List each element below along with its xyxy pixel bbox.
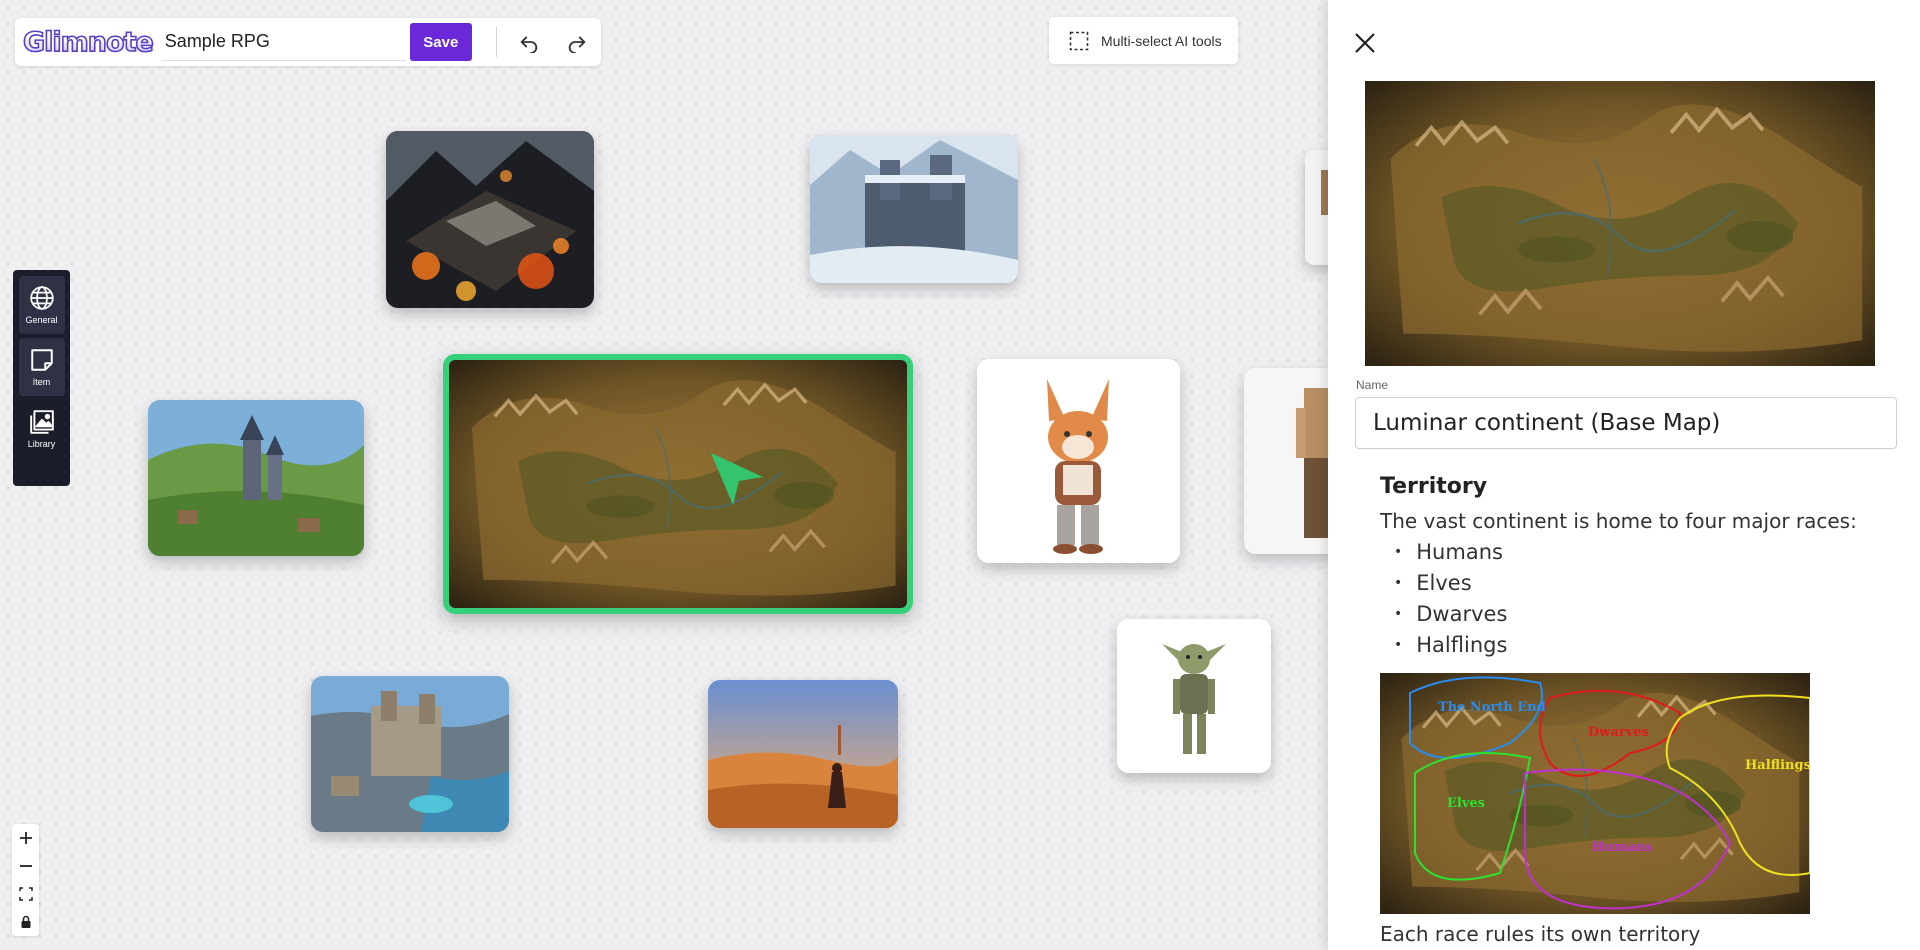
multi-select-ai-tools-button[interactable]: Multi-select AI tools — [1049, 17, 1238, 64]
list-item: • Halflings — [1394, 633, 1508, 657]
image-library-icon — [29, 410, 54, 434]
zoom-in-icon[interactable] — [19, 831, 33, 845]
territory-heading: Territory — [1380, 474, 1488, 499]
label-dwarves: Dwarves — [1588, 725, 1649, 740]
goblin-character-image — [1117, 619, 1271, 773]
coastal-castle-image — [311, 676, 509, 832]
village-castle-image — [148, 400, 364, 556]
fox-character-image — [977, 359, 1180, 563]
label-north-end: The North End — [1438, 700, 1546, 715]
redo-icon[interactable] — [559, 24, 595, 60]
list-item: • Humans — [1394, 540, 1503, 564]
item-preview-image — [1365, 81, 1875, 366]
left-dock: General Item Library — [13, 270, 70, 486]
close-icon[interactable] — [1350, 28, 1380, 58]
multi-select-label: Multi-select AI tools — [1101, 32, 1222, 49]
app-logo[interactable]: Glimnote — [22, 26, 154, 59]
dock-label-item: Item — [32, 377, 51, 387]
item-name-field[interactable] — [1355, 397, 1897, 449]
lock-icon[interactable] — [19, 915, 33, 929]
globe-icon — [29, 286, 54, 310]
human-character-image — [1244, 368, 1334, 554]
intro-text: The vast continent is home to four major… — [1380, 509, 1857, 533]
label-elves: Elves — [1447, 796, 1485, 811]
human-character-card[interactable] — [1244, 368, 1334, 554]
desert-traveler-image — [708, 680, 898, 828]
fit-screen-icon[interactable] — [18, 887, 33, 901]
project-title-input[interactable] — [160, 23, 406, 61]
trailing-text: Each race rules its own territory — [1380, 922, 1701, 946]
dock-item-library[interactable]: Library — [19, 400, 65, 458]
label-halflings: Halflings — [1745, 758, 1810, 773]
toolbar-divider — [495, 27, 497, 57]
save-button[interactable]: Save — [409, 23, 472, 61]
zoom-controls — [12, 824, 39, 936]
volcanic-fortress-image — [386, 131, 594, 308]
territory-map-image: The North End Dwarves Halflings Elves Hu… — [1380, 673, 1810, 914]
luminar-map-card[interactable] — [443, 354, 913, 614]
rich-text-content[interactable]: Territory The vast continent is home to … — [1380, 474, 1880, 950]
volcanic-fortress-card[interactable] — [386, 131, 594, 308]
cursor-pointer-icon — [711, 453, 763, 505]
note-icon — [30, 349, 53, 371]
fox-character-card[interactable] — [977, 359, 1180, 563]
coastal-castle-card[interactable] — [311, 676, 509, 832]
goblin-character-card[interactable] — [1117, 619, 1271, 773]
dock-label-general: General — [25, 315, 58, 325]
top-toolbar: Glimnote Save — [15, 18, 601, 66]
list-item: • Elves — [1394, 571, 1472, 595]
luminar-map-image — [449, 360, 907, 608]
zoom-out-icon[interactable] — [19, 859, 33, 873]
detail-panel: Name Territory The vast continent is hom… — [1328, 0, 1920, 950]
snow-castle-card[interactable] — [810, 135, 1018, 283]
dock-item-general[interactable]: General — [18, 276, 65, 334]
undo-icon[interactable] — [511, 24, 547, 60]
label-humans: Humans — [1592, 840, 1653, 855]
list-item: • Dwarves — [1394, 602, 1508, 626]
dashed-select-icon — [1069, 31, 1089, 50]
dock-label-library: Library — [27, 439, 56, 449]
village-castle-card[interactable] — [148, 400, 364, 556]
name-label: Name — [1356, 378, 1389, 392]
dock-item-item[interactable]: Item — [18, 338, 65, 396]
snow-castle-image — [810, 135, 1018, 283]
desert-traveler-card[interactable] — [708, 680, 898, 828]
race-list: • Humans • Elves • Dwarves • Halflings — [1394, 537, 1880, 661]
